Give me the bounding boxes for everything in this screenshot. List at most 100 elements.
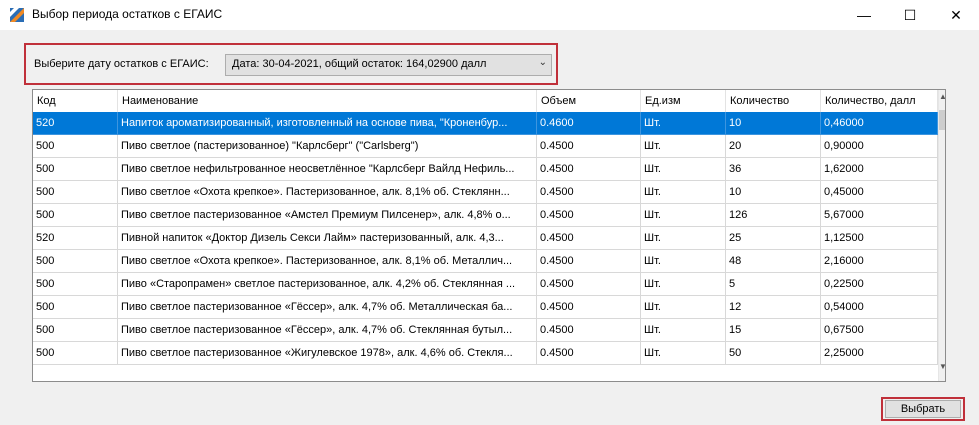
cell-name[interactable]: Пиво «Старопрамен» светлое пастеризованн… (118, 273, 537, 296)
table-row[interactable]: 500 Пиво «Старопрамен» светлое пастеризов… (33, 273, 938, 296)
cell-code[interactable]: 500 (33, 319, 118, 342)
cell-code[interactable]: 500 (33, 181, 118, 204)
cell-code[interactable]: 500 (33, 135, 118, 158)
table-header: Код Наименование Объем Ед.изм Количество… (33, 90, 945, 113)
cell-code[interactable]: 520 (33, 112, 118, 135)
cell-quantity-dal[interactable]: 0,54000 (821, 296, 938, 319)
cell-volume[interactable]: 0.4500 (537, 273, 641, 296)
cell-unit[interactable]: Шт. (641, 250, 726, 273)
cell-unit[interactable]: Шт. (641, 135, 726, 158)
cell-quantity[interactable]: 36 (726, 158, 821, 181)
table-row[interactable]: 500 Пиво светлое нефильтрованное неосветл… (33, 158, 938, 181)
cell-name[interactable]: Пивной напиток «Доктор Дизель Секси Лайм… (118, 227, 537, 250)
cell-quantity[interactable]: 5 (726, 273, 821, 296)
date-label: Выберите дату остатков с ЕГАИС: (34, 58, 209, 70)
cell-name[interactable]: Пиво светлое «Охота крепкое». Пастеризов… (118, 250, 537, 273)
cell-quantity[interactable]: 48 (726, 250, 821, 273)
cell-code[interactable]: 500 (33, 296, 118, 319)
table-row[interactable]: 500 Пиво светлое (пастеризованное) "Карлс… (33, 135, 938, 158)
table-row[interactable]: 500 Пиво светлое «Охота крепкое». Пастери… (33, 250, 938, 273)
table-row[interactable]: 500 Пиво светлое пастеризованное «Жигулев… (33, 342, 938, 365)
cell-code[interactable]: 500 (33, 250, 118, 273)
cell-unit[interactable]: Шт. (641, 342, 726, 365)
cell-quantity-dal[interactable]: 0,22500 (821, 273, 938, 296)
cell-name[interactable]: Пиво светлое нефильтрованное неосветлённ… (118, 158, 537, 181)
cell-volume[interactable]: 0.4500 (537, 319, 641, 342)
cell-quantity-dal[interactable]: 1,12500 (821, 227, 938, 250)
cell-unit[interactable]: Шт. (641, 296, 726, 319)
cell-quantity[interactable]: 126 (726, 204, 821, 227)
cell-unit[interactable]: Шт. (641, 181, 726, 204)
cell-code[interactable]: 500 (33, 342, 118, 365)
header-volume[interactable]: Объем (537, 90, 641, 112)
cell-unit[interactable]: Шт. (641, 319, 726, 342)
cell-quantity-dal[interactable]: 5,67000 (821, 204, 938, 227)
cell-unit[interactable]: Шт. (641, 227, 726, 250)
cell-volume[interactable]: 0.4500 (537, 296, 641, 319)
cell-volume[interactable]: 0.4500 (537, 342, 641, 365)
cell-code[interactable]: 500 (33, 158, 118, 181)
stock-table[interactable]: Код Наименование Объем Ед.изм Количество… (32, 89, 946, 382)
cell-quantity[interactable]: 20 (726, 135, 821, 158)
table-row[interactable]: 500 Пиво светлое «Охота крепкое». Пастери… (33, 181, 938, 204)
cell-quantity[interactable]: 12 (726, 296, 821, 319)
table-row[interactable]: 520 Пивной напиток «Доктор Дизель Секси Л… (33, 227, 938, 250)
cell-code[interactable]: 500 (33, 204, 118, 227)
cell-code[interactable]: 500 (33, 273, 118, 296)
cell-quantity-dal[interactable]: 0,45000 (821, 181, 938, 204)
title-bar: Выбор периода остатков с ЕГАИС — ☐ ✕ (0, 0, 979, 30)
minimize-button[interactable]: — (841, 0, 887, 30)
cell-quantity[interactable]: 10 (726, 181, 821, 204)
cell-code[interactable]: 520 (33, 227, 118, 250)
scroll-up-icon[interactable]: ▲ (939, 92, 945, 104)
window-title: Выбор периода остатков с ЕГАИС (32, 7, 223, 21)
cell-quantity-dal[interactable]: 0,67500 (821, 319, 938, 342)
cell-name[interactable]: Пиво светлое пастеризованное «Гёссер», а… (118, 296, 537, 319)
header-unit[interactable]: Ед.изм (641, 90, 726, 112)
maximize-button[interactable]: ☐ (887, 0, 933, 30)
header-quantity[interactable]: Количество (726, 90, 821, 112)
cell-volume[interactable]: 0.4600 (537, 112, 641, 135)
cell-quantity-dal[interactable]: 0,46000 (821, 112, 938, 135)
chevron-down-icon: ⌄ (538, 57, 547, 68)
cell-unit[interactable]: Шт. (641, 158, 726, 181)
header-quantity-dal[interactable]: Количество, далл (821, 90, 938, 112)
cell-quantity[interactable]: 25 (726, 227, 821, 250)
app-icon (10, 8, 24, 22)
header-name[interactable]: Наименование (118, 90, 537, 112)
cell-unit[interactable]: Шт. (641, 273, 726, 296)
cell-quantity-dal[interactable]: 1,62000 (821, 158, 938, 181)
cell-name[interactable]: Пиво светлое (пастеризованное) "Карлсбер… (118, 135, 537, 158)
cell-quantity-dal[interactable]: 0,90000 (821, 135, 938, 158)
date-select-value: Дата: 30-04-2021, общий остаток: 164,029… (232, 58, 487, 70)
cell-volume[interactable]: 0.4500 (537, 135, 641, 158)
cell-name[interactable]: Пиво светлое пастеризованное «Гёссер», а… (118, 319, 537, 342)
cell-unit[interactable]: Шт. (641, 112, 726, 135)
header-code[interactable]: Код (33, 90, 118, 112)
cell-name[interactable]: Напиток ароматизированный, изготовленный… (118, 112, 537, 135)
date-select[interactable]: Дата: 30-04-2021, общий остаток: 164,029… (225, 54, 552, 76)
vertical-scrollbar[interactable]: ▲ ▼ (938, 90, 945, 381)
cell-volume[interactable]: 0.4500 (537, 250, 641, 273)
table-row[interactable]: 500 Пиво светлое пастеризованное «Амстел … (33, 204, 938, 227)
cell-quantity-dal[interactable]: 2,16000 (821, 250, 938, 273)
cell-quantity[interactable]: 10 (726, 112, 821, 135)
cell-name[interactable]: Пиво светлое пастеризованное «Амстел Пре… (118, 204, 537, 227)
cell-unit[interactable]: Шт. (641, 204, 726, 227)
cell-volume[interactable]: 0.4500 (537, 158, 641, 181)
cell-quantity[interactable]: 50 (726, 342, 821, 365)
table-row[interactable]: 520 Напиток ароматизированный, изготовлен… (33, 112, 938, 135)
cell-quantity[interactable]: 15 (726, 319, 821, 342)
cell-volume[interactable]: 0.4500 (537, 227, 641, 250)
table-row[interactable]: 500 Пиво светлое пастеризованное «Гёссер»… (33, 296, 938, 319)
cell-name[interactable]: Пиво светлое «Охота крепкое». Пастеризов… (118, 181, 537, 204)
scroll-down-icon[interactable]: ▼ (939, 362, 945, 374)
cell-quantity-dal[interactable]: 2,25000 (821, 342, 938, 365)
scroll-thumb[interactable] (939, 110, 945, 130)
table-row[interactable]: 500 Пиво светлое пастеризованное «Гёссер»… (33, 319, 938, 342)
cell-name[interactable]: Пиво светлое пастеризованное «Жигулевско… (118, 342, 537, 365)
cell-volume[interactable]: 0.4500 (537, 204, 641, 227)
close-button[interactable]: ✕ (933, 0, 979, 30)
select-button[interactable]: Выбрать (885, 400, 961, 418)
cell-volume[interactable]: 0.4500 (537, 181, 641, 204)
